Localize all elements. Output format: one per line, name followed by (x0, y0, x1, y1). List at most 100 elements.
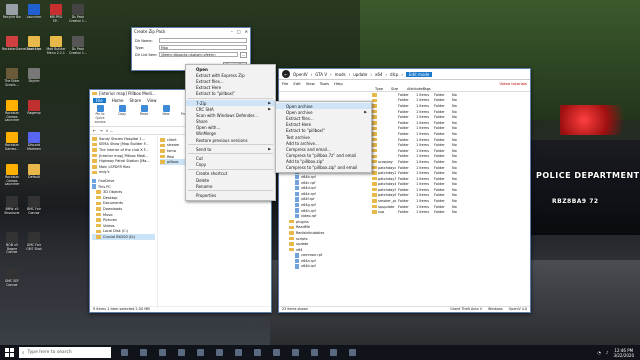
menu-item[interactable]: View (306, 81, 315, 86)
menu-item[interactable]: File (282, 81, 288, 86)
path-segment[interactable]: OpenIV (293, 72, 308, 77)
desktop-icon[interactable]: Rockstar Games Launcher (2, 164, 22, 187)
store-icon[interactable] (175, 346, 188, 359)
clock-time[interactable]: 12:46 PM (613, 348, 634, 353)
clock-date[interactable]: 3/22/2020 (613, 353, 634, 358)
desktop-icon[interactable]: Ragemp (24, 100, 44, 116)
discord-icon[interactable] (251, 346, 264, 359)
menu-item[interactable]: Rename (186, 183, 275, 189)
row-cell: Folder (398, 126, 409, 131)
folder-icon (289, 242, 294, 246)
file-explorer-icon[interactable] (156, 346, 169, 359)
quick-access-item[interactable]: [interior map] Pillbox Medi... (92, 153, 155, 159)
ribbon-command[interactable]: Paste (137, 105, 151, 124)
menu-item[interactable]: Extract to "pillbox\" (186, 91, 275, 97)
volume-icon[interactable]: ♪ (606, 350, 609, 355)
desktop-icon[interactable]: Back Ups (24, 36, 44, 52)
menu-item[interactable]: Send to ▶ (186, 146, 275, 152)
row-cell: Folder (398, 109, 409, 114)
menu-item[interactable]: Properties (186, 192, 275, 198)
desktop-icon[interactable]: GMC Fair GM7 Shot (24, 232, 44, 251)
desktop-icon[interactable]: Default (24, 164, 44, 180)
task-view-icon[interactable] (118, 346, 131, 359)
ribbon-command[interactable]: New (159, 105, 173, 124)
winrar-icon[interactable] (308, 346, 321, 359)
menu-item[interactable]: Restore previous versions (186, 137, 275, 143)
menu-item[interactable]: Copy (186, 162, 275, 168)
desktop-icon[interactable]: Rockstar Games Launcher (2, 100, 22, 123)
forward-arrow-icon[interactable]: → (99, 128, 102, 133)
zip-field-input[interactable]: Map (159, 45, 247, 50)
row-name: patchday6ng (378, 193, 396, 198)
mail-icon[interactable] (194, 346, 207, 359)
steam-icon[interactable] (232, 346, 245, 359)
column-header[interactable]: Attributes (407, 87, 424, 91)
column-header[interactable]: Tags (423, 87, 439, 91)
ribbon-tab[interactable]: View (147, 98, 157, 103)
menu-item[interactable]: Compress to "pillbox.zip" and email (276, 165, 371, 171)
quick-access-item[interactable]: The Interior of the club X F... (92, 147, 155, 153)
row-cell: No (452, 187, 457, 192)
menu-item[interactable]: Tools (320, 81, 329, 86)
video-tutorials-link[interactable]: Video tutorials (499, 81, 527, 86)
path-segment[interactable]: x64 (375, 72, 382, 77)
desktop-icon[interactable]: Launcher (24, 4, 44, 20)
taskbar-search[interactable]: ⌕ Type here to search (19, 347, 111, 358)
rockstar-icon[interactable] (289, 346, 302, 359)
quick-access-item[interactable]: SEMA Show [Map Builder F... (92, 142, 155, 148)
back-arrow-icon[interactable]: ← (282, 70, 290, 78)
path-segment[interactable]: mods (335, 72, 346, 77)
desktop-icon[interactable]: BMW x5 Shoutsrer (2, 196, 22, 215)
menu-item[interactable]: Help (334, 81, 343, 86)
maximize-icon[interactable]: □ (237, 29, 241, 34)
desktop-icon[interactable]: BMC Fair Connor (24, 196, 44, 215)
desktop-icon[interactable]: BOB x5 Ragne Conner (2, 232, 22, 255)
menu-item-label: CRC SHA (196, 106, 214, 112)
network-icon[interactable]: ◔ (597, 350, 601, 355)
desktop-icon-label: BOB x5 Ragne Conner (6, 243, 18, 255)
quick-access-item[interactable]: Highway Patrol Station [Ma... (92, 158, 155, 164)
edge-icon[interactable] (137, 346, 150, 359)
desktop-icon[interactable]: Dc Pack Creator 1... (68, 36, 88, 55)
table-row[interactable]: sup Folder 1 items Folder No (372, 209, 530, 215)
desktop-icon[interactable]: Rockstar Games... (2, 132, 22, 151)
chrome-icon[interactable] (213, 346, 226, 359)
openiv-icon[interactable] (270, 346, 283, 359)
zip-field-input[interactable]: //teem::dlcpacks::dustom::vfeem:: (159, 52, 238, 57)
desktop-icon[interactable]: Recycle Bin (2, 4, 22, 20)
minimize-icon[interactable]: – (231, 29, 233, 34)
desktop-icon[interactable]: Discord Modmen (24, 132, 44, 151)
archive-icon (295, 208, 299, 213)
ribbon-tab[interactable]: Share (130, 98, 142, 103)
desktop-icon-label: Rockstar Games Launcher (4, 175, 20, 187)
desktop-icon[interactable]: GMC SEF Connor (2, 268, 22, 287)
row-cell: Folder (398, 193, 409, 198)
path-segment[interactable]: dlcp (390, 72, 398, 77)
windows-start-icon[interactable] (3, 346, 16, 359)
column-header[interactable]: Size (391, 87, 407, 91)
desktop-icon[interactable]: Skyrim (24, 68, 44, 84)
ribbon-tab[interactable]: File (93, 97, 106, 103)
desktop-icon[interactable]: Dc Pack Creator 1... (68, 4, 88, 23)
close-icon[interactable]: ✕ (245, 29, 248, 34)
edit-mode-button[interactable]: Edit mode (406, 71, 433, 77)
path-segment[interactable]: GTA V (315, 72, 327, 77)
path-segment[interactable]: update (353, 72, 367, 77)
desktop-icon[interactable]: RockstarGameLauncher (2, 36, 40, 52)
menu-item[interactable]: Edit (293, 81, 300, 86)
ribbon-command[interactable]: Copy (115, 105, 129, 124)
back-arrow-icon[interactable]: ← (93, 128, 96, 133)
game-icon[interactable] (346, 346, 359, 359)
tree-item[interactable]: x64b.rpf (289, 264, 370, 270)
column-header[interactable]: Type (375, 87, 391, 91)
chevron-right-icon: › (385, 71, 388, 77)
browse-button[interactable]: ... (239, 51, 247, 58)
nav-tree-item[interactable]: Crucial BX200 (D:) (92, 234, 155, 240)
desktop-icon[interactable]: The Elder Scrolls... (2, 68, 22, 87)
desktop-icon[interactable]: MB PRO SP... (46, 4, 66, 23)
desktop-icon[interactable]: Mod Builder Menu 2.1.1 (46, 36, 66, 55)
photos-icon[interactable] (327, 346, 340, 359)
zip-field-input[interactable] (159, 38, 247, 43)
ribbon-command[interactable]: Pin to Quick access (93, 105, 107, 124)
ribbon-tab[interactable]: Home (112, 98, 124, 103)
